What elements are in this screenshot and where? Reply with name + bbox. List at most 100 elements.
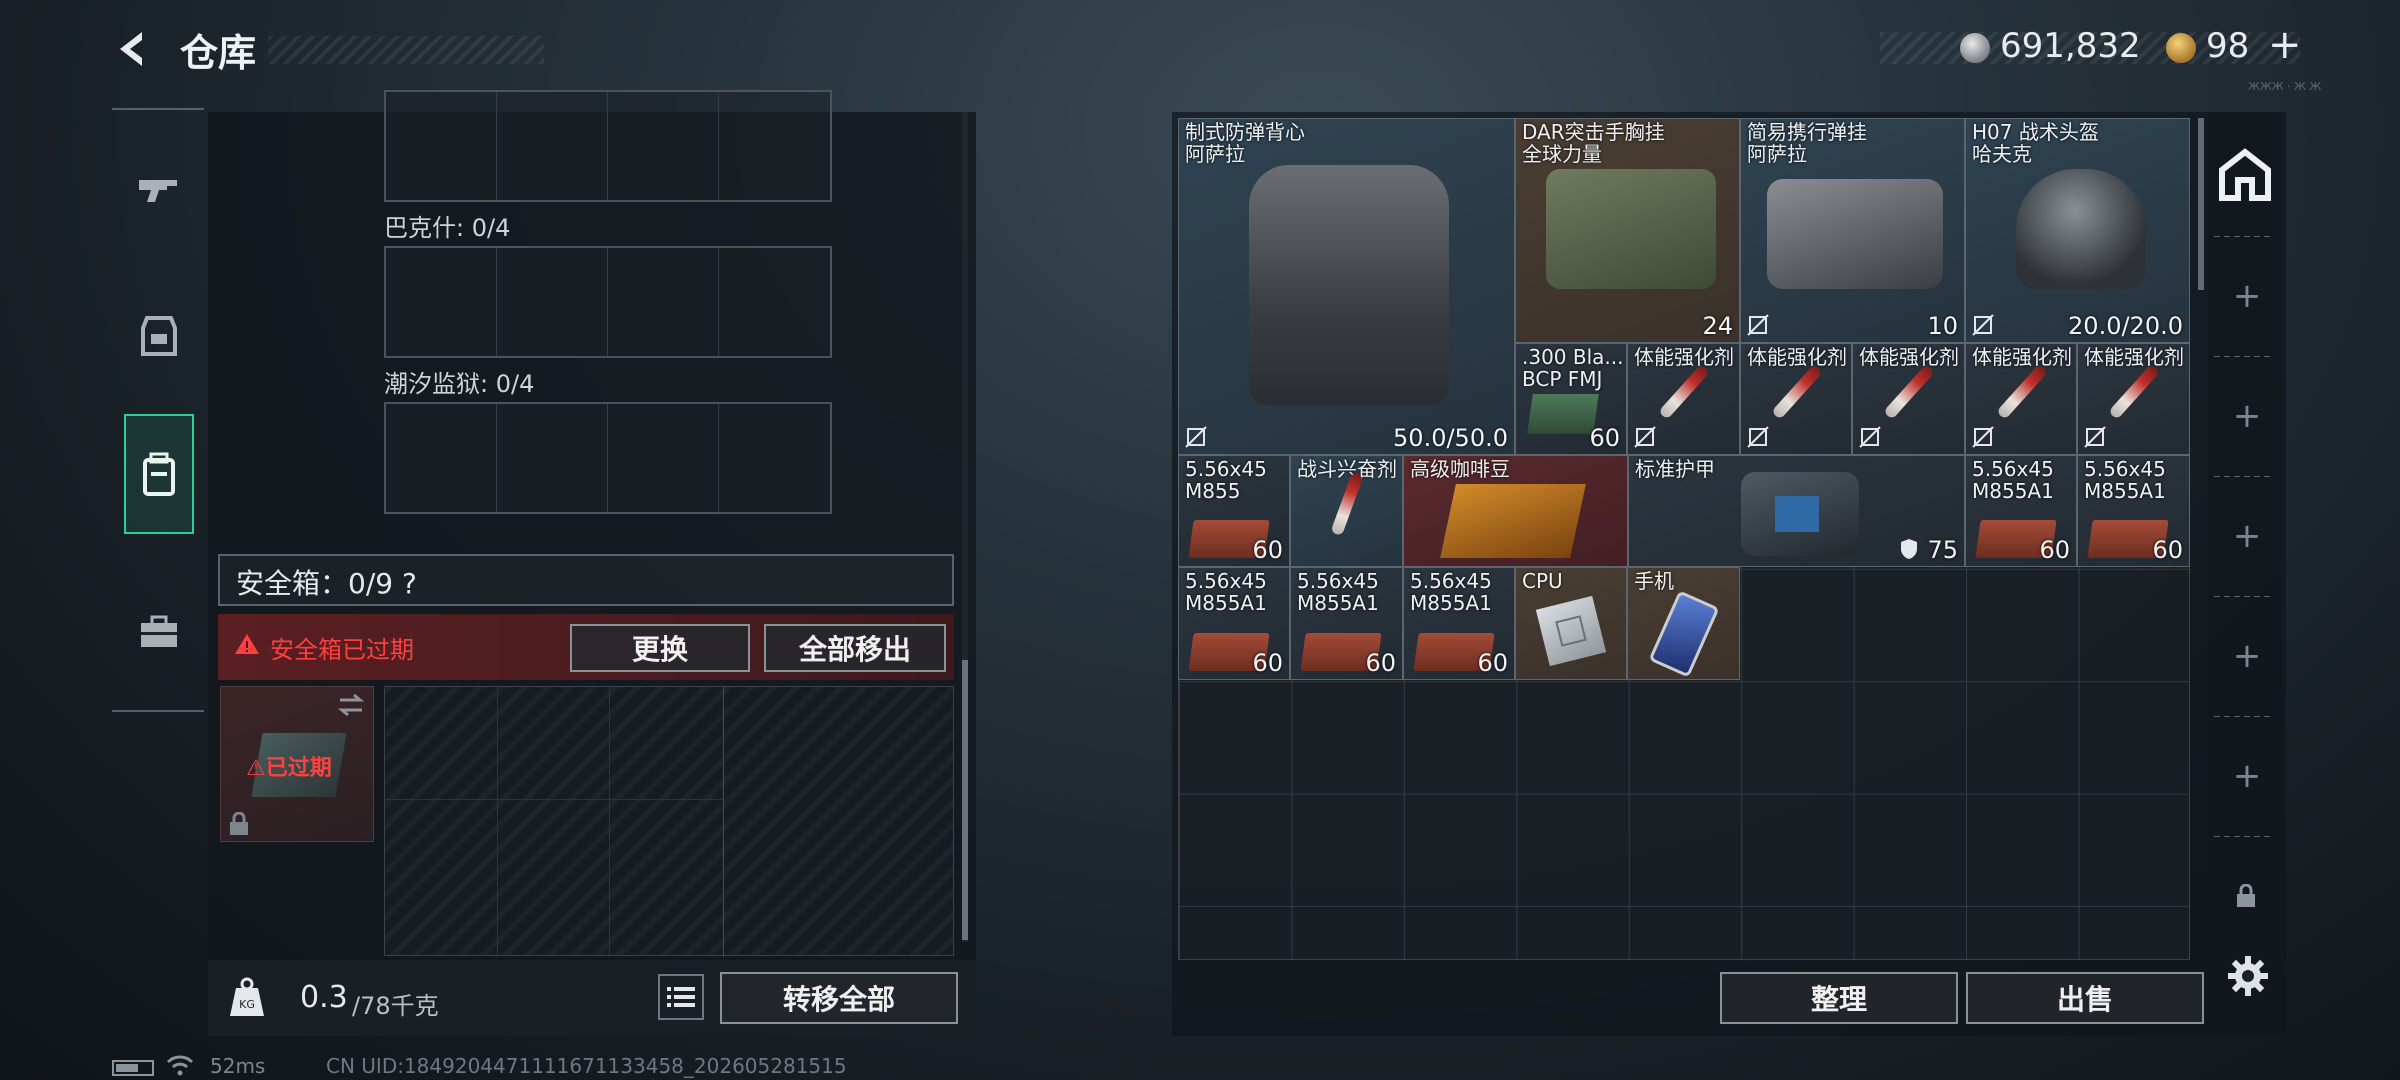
title-decoration: [268, 36, 544, 64]
armor-plate: [1775, 496, 1819, 532]
helmet-image: [2016, 169, 2146, 289]
move-all-out-button[interactable]: 全部移出: [764, 624, 946, 672]
item-name: 高级咖啡豆: [1410, 457, 1510, 481]
item-armor-value: 75: [1927, 536, 1958, 564]
item-durability: 50.0/50.0: [1393, 424, 1508, 452]
syringe-image: [1771, 364, 1823, 420]
item-h07-helmet[interactable]: H07 战术头盔 哈夫克 20.0/20.0: [1965, 118, 2190, 343]
item-name: 体能强化剂: [1859, 345, 1959, 369]
item-stamina-booster[interactable]: 体能强化剂: [1965, 343, 2077, 455]
item-armor-vest[interactable]: 制式防弹背心 阿萨拉 50.0/50.0: [1178, 118, 1515, 455]
item-name: 战斗兴奋剂: [1297, 457, 1397, 481]
item-name: 5.56x45 M855A1: [1185, 569, 1267, 615]
list-icon: [667, 987, 695, 1007]
item-combat-stimulant[interactable]: 战斗兴奋剂: [1290, 455, 1403, 567]
item-count: 60: [1365, 649, 1396, 677]
item-556-m855a1-ammo[interactable]: 5.56x45 M855A1 60: [1403, 567, 1515, 680]
syringe-image: [1330, 471, 1364, 537]
slot-grid-bakshi[interactable]: [384, 246, 832, 358]
item-300blk-ammo[interactable]: .300 Bla... BCP FMJ 60: [1515, 343, 1627, 455]
item-stamina-booster[interactable]: 体能强化剂: [1627, 343, 1740, 455]
swap-icon[interactable]: [336, 692, 366, 718]
item-count: 60: [2039, 536, 2070, 564]
back-arrow-icon[interactable]: [112, 28, 154, 70]
no-insure-icon: [1185, 426, 1207, 448]
safe-box-label[interactable]: 安全箱：0/9 ?: [236, 562, 417, 602]
item-name: 5.56x45 M855A1: [2084, 457, 2166, 503]
gear-icon[interactable]: [2226, 954, 2270, 998]
ping-value: 52ms: [210, 1054, 266, 1078]
sidebar-divider: [2214, 236, 2274, 237]
safe-box-grid[interactable]: [384, 686, 954, 957]
add-container-icon[interactable]: +: [2232, 276, 2262, 316]
tab-toolbox[interactable]: [124, 572, 194, 692]
slot-grid-top[interactable]: [384, 90, 832, 202]
item-556-m855-ammo[interactable]: 5.56x45 M855 60: [1178, 455, 1290, 567]
item-dar-chest-rig[interactable]: DAR突击手胸挂 全球力量 24: [1515, 118, 1740, 343]
item-stamina-booster[interactable]: 体能强化剂: [1852, 343, 1965, 455]
sort-button[interactable]: 整理: [1720, 972, 1958, 1024]
item-stamina-booster[interactable]: 体能强化剂: [2077, 343, 2190, 455]
tab-weapons[interactable]: [124, 130, 194, 250]
left-scrollbar-thumb[interactable]: [962, 660, 968, 940]
syringe-image: [1996, 364, 2048, 420]
item-premium-coffee[interactable]: 高级咖啡豆: [1403, 455, 1628, 567]
item-name: DAR突击手胸挂 全球力量: [1522, 120, 1665, 166]
add-container-icon[interactable]: +: [2232, 516, 2262, 556]
item-556-m855a1-ammo[interactable]: 5.56x45 M855A1 60: [2077, 455, 2190, 567]
no-insure-icon: [1972, 314, 1994, 336]
lock-icon[interactable]: [2236, 884, 2256, 908]
phone-image: [1648, 590, 1720, 678]
item-simple-rig[interactable]: 简易携行弹挂 阿萨拉 10: [1740, 118, 1965, 343]
item-name: 体能强化剂: [1972, 345, 2072, 369]
add-currency-button[interactable]: +: [2268, 22, 2302, 68]
tab-backpack[interactable]: [124, 414, 194, 534]
no-insure-icon: [1972, 426, 1994, 448]
coin-balance: 691,832: [2000, 26, 2141, 66]
no-insure-icon: [2084, 426, 2106, 448]
backpack-icon: [143, 452, 175, 496]
item-stamina-booster[interactable]: 体能强化剂: [1740, 343, 1852, 455]
sell-button[interactable]: 出售: [1966, 972, 2204, 1024]
tab-equipment[interactable]: [124, 276, 194, 396]
item-name: H07 战术头盔 哈夫克: [1972, 120, 2099, 166]
case-expired-text: 已过期: [265, 756, 332, 781]
item-name: 5.56x45 M855A1: [1297, 569, 1379, 615]
transfer-all-button[interactable]: 转移全部: [720, 972, 958, 1024]
item-phone[interactable]: 手机: [1627, 567, 1740, 680]
item-cpu[interactable]: CPU: [1515, 567, 1627, 680]
item-count: 60: [1477, 649, 1508, 677]
add-container-icon[interactable]: +: [2232, 396, 2262, 436]
item-name: 5.56x45 M855: [1185, 457, 1267, 503]
item-name: CPU: [1522, 569, 1563, 593]
item-standard-armor[interactable]: 标准护甲 75: [1628, 455, 1965, 567]
sidebar-divider: [2214, 596, 2274, 597]
weight-capacity: /78千克: [352, 992, 439, 1020]
item-556-m855a1-ammo[interactable]: 5.56x45 M855A1 60: [1965, 455, 2077, 567]
item-name: 制式防弹背心 阿萨拉: [1185, 120, 1305, 166]
rig-image: [1767, 179, 1943, 289]
item-count: 60: [1589, 424, 1620, 452]
no-insure-icon: [1747, 426, 1769, 448]
item-capacity: 24: [1702, 312, 1733, 340]
item-556-m855a1-ammo[interactable]: 5.56x45 M855A1 60: [1178, 567, 1290, 680]
item-name: 体能强化剂: [1747, 345, 1847, 369]
sidebar-divider: [2214, 836, 2274, 837]
replace-button[interactable]: 更换: [570, 624, 750, 672]
syringe-image: [1658, 364, 1710, 420]
item-name: 标准护甲: [1635, 457, 1715, 481]
slot-grid-tide-prison[interactable]: [384, 402, 832, 514]
item-count: 60: [1252, 649, 1283, 677]
wifi-icon: [166, 1055, 194, 1076]
no-insure-icon: [1634, 426, 1656, 448]
add-container-icon[interactable]: +: [2232, 756, 2262, 796]
lock-icon: [230, 812, 248, 835]
right-scrollbar-thumb[interactable]: [2198, 118, 2204, 290]
vest-image: [1249, 165, 1449, 405]
list-view-button[interactable]: [658, 974, 704, 1020]
page-title: 仓库: [180, 31, 257, 75]
syringe-image: [1883, 364, 1935, 420]
stash-icon[interactable]: [2218, 148, 2272, 202]
add-container-icon[interactable]: +: [2232, 636, 2262, 676]
item-556-m855a1-ammo[interactable]: 5.56x45 M855A1 60: [1290, 567, 1403, 680]
